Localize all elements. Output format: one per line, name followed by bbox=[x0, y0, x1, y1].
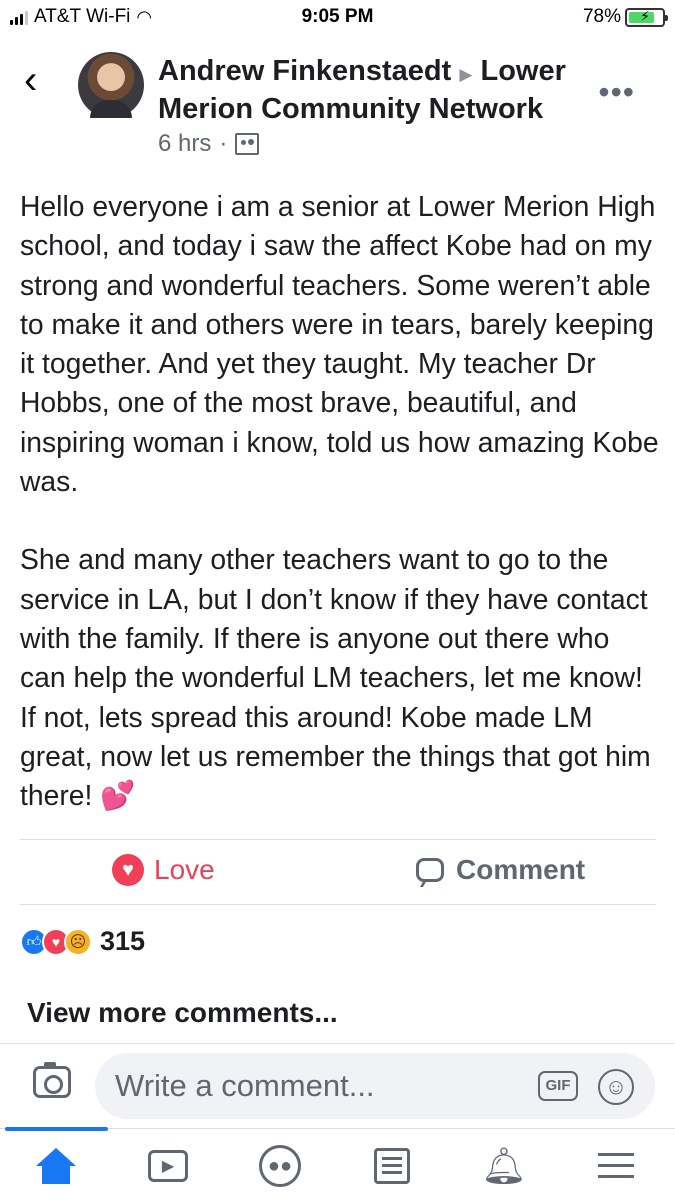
tab-notifications[interactable]: 🔔︎ bbox=[448, 1139, 560, 1193]
divider bbox=[20, 904, 656, 905]
tab-groups[interactable]: ●● bbox=[224, 1139, 336, 1193]
author-name[interactable]: Andrew Finkenstaedt bbox=[158, 55, 451, 87]
comment-bubble-icon bbox=[416, 858, 444, 882]
post-header: ‹ Andrew Finkenstaedt ▶ Lower Merion Com… bbox=[0, 48, 675, 168]
heart-icon: ♥ bbox=[112, 854, 144, 886]
video-icon: ▶ bbox=[148, 1150, 188, 1182]
post-meta: 6 hrs · bbox=[158, 130, 260, 158]
tab-video[interactable]: ▶ bbox=[112, 1139, 224, 1193]
sad-icon: ☹ bbox=[64, 927, 92, 956]
post-title: Andrew Finkenstaedt ▶ Lower Merion Commu… bbox=[158, 54, 598, 127]
status-bar: AT&T Wi-Fi ◠ 9:05 PM 78% ⚡ bbox=[0, 0, 675, 36]
groups-icon: ●● bbox=[259, 1145, 301, 1187]
camera-icon[interactable] bbox=[33, 1062, 71, 1098]
love-label: Love bbox=[154, 854, 215, 885]
reaction-count: 315 bbox=[100, 926, 146, 956]
tab-home[interactable] bbox=[0, 1139, 112, 1193]
bell-icon: 🔔︎ bbox=[481, 1145, 527, 1186]
post-paragraph-2: She and many other teachers want to go t… bbox=[20, 543, 651, 812]
reaction-summary[interactable]: 👍︎ ♥ ☹ 315 bbox=[20, 926, 145, 957]
action-bar: ♥ Love Comment bbox=[20, 840, 656, 904]
comment-label: Comment bbox=[456, 854, 586, 885]
post-paragraph-1: Hello everyone i am a senior at Lower Me… bbox=[20, 190, 659, 498]
gif-button[interactable]: GIF bbox=[538, 1071, 578, 1101]
triangle-right-icon: ▶ bbox=[459, 65, 473, 84]
news-icon bbox=[374, 1148, 410, 1184]
post-body: Hello everyone i am a senior at Lower Me… bbox=[20, 187, 660, 815]
more-options-icon[interactable]: ••• bbox=[598, 74, 635, 111]
comment-button[interactable]: Comment bbox=[416, 854, 585, 886]
post-time[interactable]: 6 hrs bbox=[158, 130, 211, 158]
menu-icon bbox=[598, 1153, 634, 1179]
tab-bar: ▶ ●● 🔔︎ bbox=[0, 1127, 675, 1200]
active-tab-indicator bbox=[5, 1127, 108, 1131]
tab-menu[interactable] bbox=[560, 1139, 672, 1193]
tab-news[interactable] bbox=[336, 1139, 448, 1193]
battery-icon: ⚡ bbox=[625, 7, 668, 27]
author-avatar[interactable] bbox=[78, 52, 144, 118]
back-chevron-icon[interactable]: ‹ bbox=[24, 58, 37, 103]
home-icon bbox=[36, 1148, 76, 1184]
status-time: 9:05 PM bbox=[301, 6, 374, 27]
love-button[interactable]: ♥ Love bbox=[112, 854, 215, 886]
view-more-comments-link[interactable]: View more comments... bbox=[27, 997, 338, 1029]
battery-percent: 78% bbox=[582, 6, 621, 27]
emoji-icon[interactable]: ☺ bbox=[598, 1069, 634, 1105]
group-privacy-icon bbox=[235, 133, 260, 155]
dot-separator: · bbox=[219, 130, 228, 157]
